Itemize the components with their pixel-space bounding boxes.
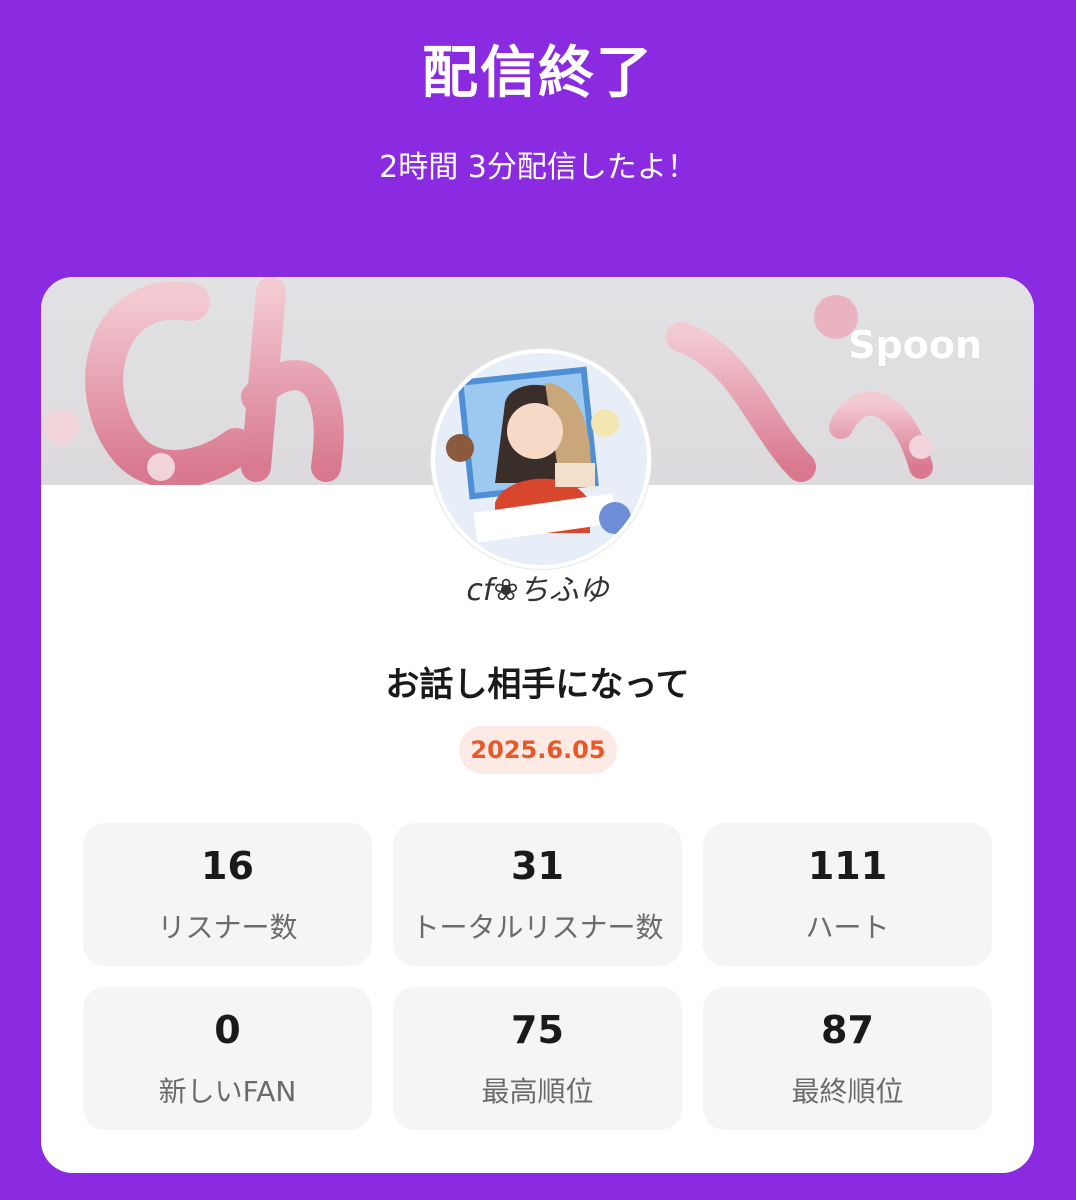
stat-label: トータルリスナー数 <box>411 910 664 944</box>
stat-label: 最終順位 <box>791 1074 904 1108</box>
stream-duration-text: 2時間 3分配信したよ！ <box>379 150 697 185</box>
stat-hearts: 111 ハート <box>703 823 992 966</box>
live-title: お話し相手になって <box>385 665 690 705</box>
stat-label: 最高順位 <box>481 1074 594 1108</box>
stat-label: ハート <box>805 910 890 944</box>
stat-value: 87 <box>821 1007 874 1052</box>
stat-total-listeners: 31 トータルリスナー数 <box>393 823 682 966</box>
stat-label: 新しいFAN <box>158 1074 297 1108</box>
stat-listeners: 16 リスナー数 <box>83 823 372 966</box>
stat-value: 111 <box>807 843 888 888</box>
broadcast-summary-card: Spoon cf❀ちふゆ お話し相手になって 2025.6.05 16 リスナー… <box>41 277 1034 1173</box>
spoon-logo: Spoon <box>848 323 982 367</box>
stat-label: リスナー数 <box>157 910 298 944</box>
page-title: 配信終了 <box>422 41 654 106</box>
stat-value: 31 <box>511 843 564 888</box>
avatar-image <box>435 353 647 565</box>
stat-value: 16 <box>201 843 254 888</box>
username: cf❀ちふゆ <box>466 573 609 608</box>
stat-highest-rank: 75 最高順位 <box>393 987 682 1130</box>
date-badge: 2025.6.05 <box>459 726 617 774</box>
stat-new-fans: 0 新しいFAN <box>83 987 372 1130</box>
stat-final-rank: 87 最終順位 <box>703 987 992 1130</box>
stats-grid: 16 リスナー数 31 トータルリスナー数 111 ハート 0 新しいFAN 7… <box>83 823 992 1130</box>
avatar[interactable] <box>431 349 651 569</box>
stat-value: 75 <box>511 1007 564 1052</box>
stat-value: 0 <box>214 1007 241 1052</box>
